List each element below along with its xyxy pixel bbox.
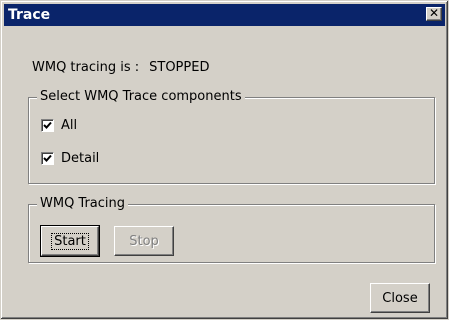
title-bar[interactable]: Trace ✕ (4, 4, 445, 26)
status-value: STOPPED (149, 60, 210, 75)
close-button-label: Close (382, 290, 418, 306)
trace-components-group: Select WMQ Trace components All Detail (28, 89, 435, 184)
trace-components-legend: Select WMQ Trace components (37, 89, 245, 104)
wmq-tracing-legend: WMQ Tracing (37, 196, 129, 211)
checkbox-all[interactable]: All (41, 118, 77, 133)
trace-dialog: Trace ✕ WMQ tracing is : STOPPED Select W… (0, 0, 449, 320)
wmq-tracing-group: WMQ Tracing Start Stop (28, 196, 435, 263)
window-title: Trace (8, 7, 51, 23)
check-icon[interactable] (41, 119, 54, 132)
check-icon[interactable] (41, 152, 54, 165)
close-button[interactable]: Close (370, 283, 430, 313)
status-label: WMQ tracing is : (32, 60, 140, 75)
start-button-label: Start (51, 232, 89, 250)
start-button[interactable]: Start (40, 225, 100, 257)
tracing-status: WMQ tracing is : STOPPED (32, 60, 209, 75)
close-icon[interactable]: ✕ (426, 7, 442, 21)
stop-button-label: Stop (129, 233, 159, 249)
checkbox-detail[interactable]: Detail (41, 151, 99, 166)
checkbox-detail-label: Detail (61, 151, 100, 166)
checkbox-all-label: All (61, 118, 78, 133)
stop-button[interactable]: Stop (114, 226, 174, 256)
